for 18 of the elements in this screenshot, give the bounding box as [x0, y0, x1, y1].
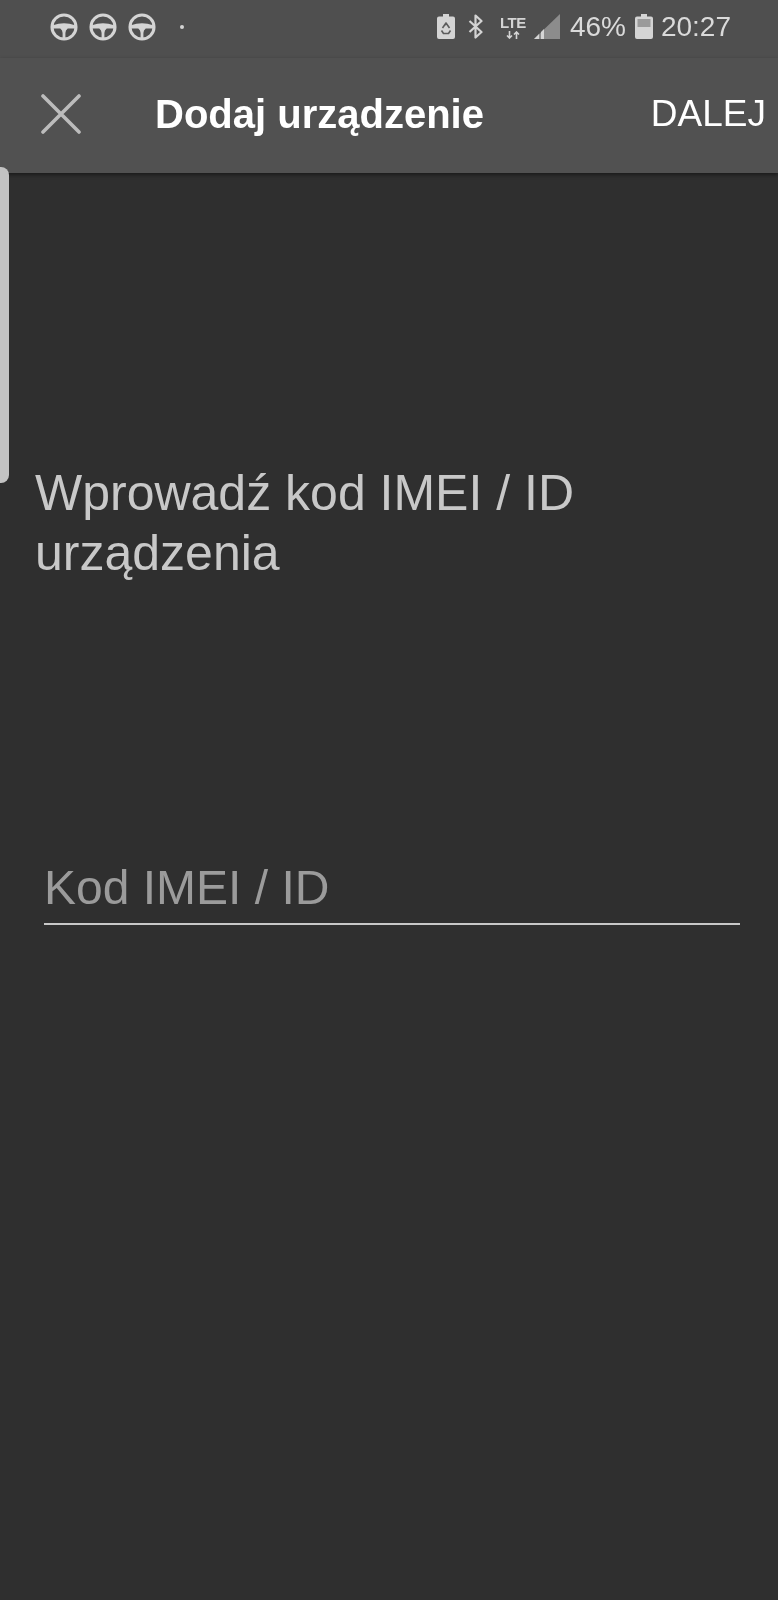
imei-input-field[interactable]: Kod IMEI / ID: [44, 858, 740, 925]
close-button[interactable]: [41, 93, 81, 134]
battery-recycle-icon: [436, 14, 455, 39]
steering-wheel-icon: [128, 12, 156, 41]
next-button[interactable]: DALEJ: [650, 91, 766, 136]
steering-wheel-icon: [89, 12, 117, 41]
prompt-text: Wprowadź kod IMEI / ID urządzenia: [35, 464, 576, 583]
clock-text: 20:27: [660, 11, 731, 42]
network-type-label: LTE: [500, 14, 526, 30]
battery-icon: [634, 14, 653, 39]
data-arrows-icon: [505, 30, 520, 39]
battery-percent-text: 46%: [569, 11, 626, 42]
signal-strength-icon: [533, 14, 560, 39]
screen-title: Dodaj urządzenie: [155, 90, 484, 138]
edge-panel-handle[interactable]: [0, 167, 9, 483]
bluetooth-icon: [467, 14, 484, 39]
steering-wheel-icon: [50, 12, 78, 41]
close-icon: [41, 93, 81, 134]
